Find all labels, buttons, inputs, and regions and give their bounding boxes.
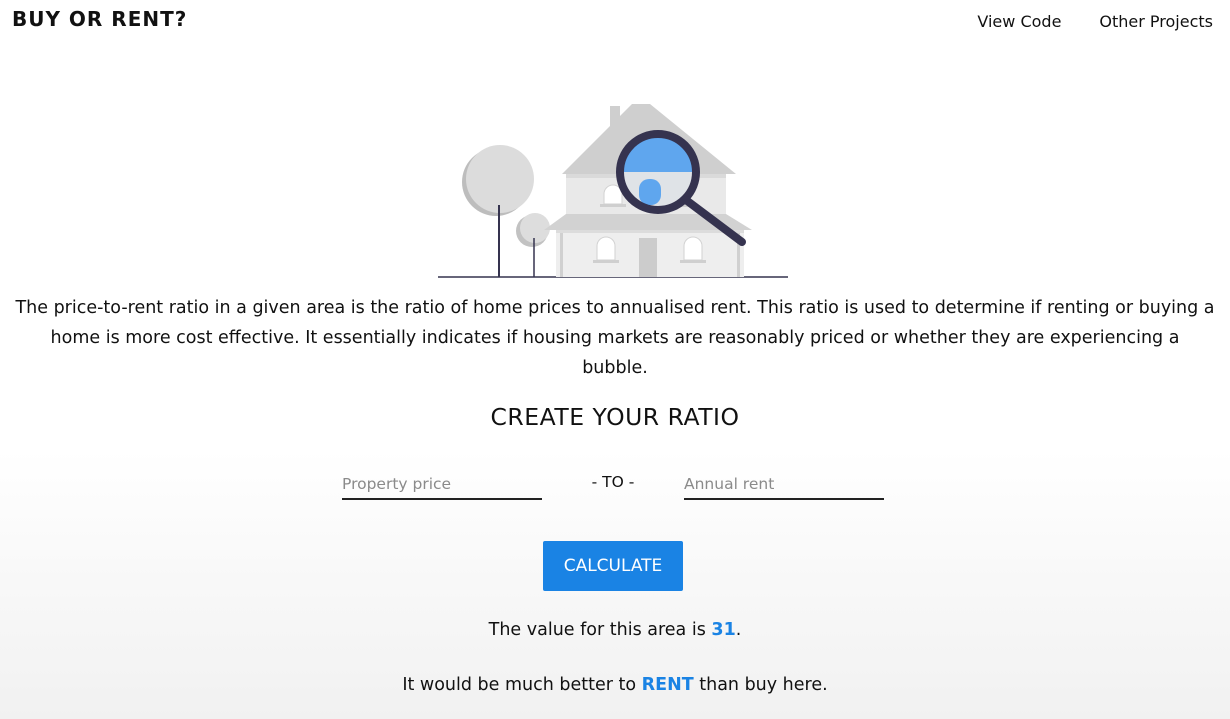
nav-view-code[interactable]: View Code [977, 12, 1061, 31]
house-search-illustration [438, 104, 788, 278]
advice-prefix: It would be much better to [402, 675, 642, 695]
advice-suffix: than buy here. [693, 675, 828, 695]
advice-choice: RENT [641, 675, 694, 695]
intro-text: The price-to-rent ratio in a given area … [15, 298, 1215, 378]
calculate-button[interactable]: CALCULATE [543, 541, 683, 591]
result-advice-line: It would be much better to RENT than buy… [0, 675, 1230, 695]
to-separator: - TO - [591, 473, 635, 491]
result-suffix: . [735, 620, 742, 640]
nav-other-projects[interactable]: Other Projects [1099, 12, 1213, 31]
logo[interactable]: BUY OR RENT? [12, 7, 187, 31]
ratio-value: 31 [711, 620, 736, 640]
top-nav: View Code Other Projects [977, 12, 1213, 31]
result-prefix: The value for this area is [488, 620, 712, 640]
form-title: CREATE YOUR RATIO [490, 403, 740, 431]
annual-rent-input[interactable] [684, 470, 884, 500]
result-value-line: The value for this area is 31. [0, 620, 1230, 640]
property-price-input[interactable] [342, 470, 542, 500]
